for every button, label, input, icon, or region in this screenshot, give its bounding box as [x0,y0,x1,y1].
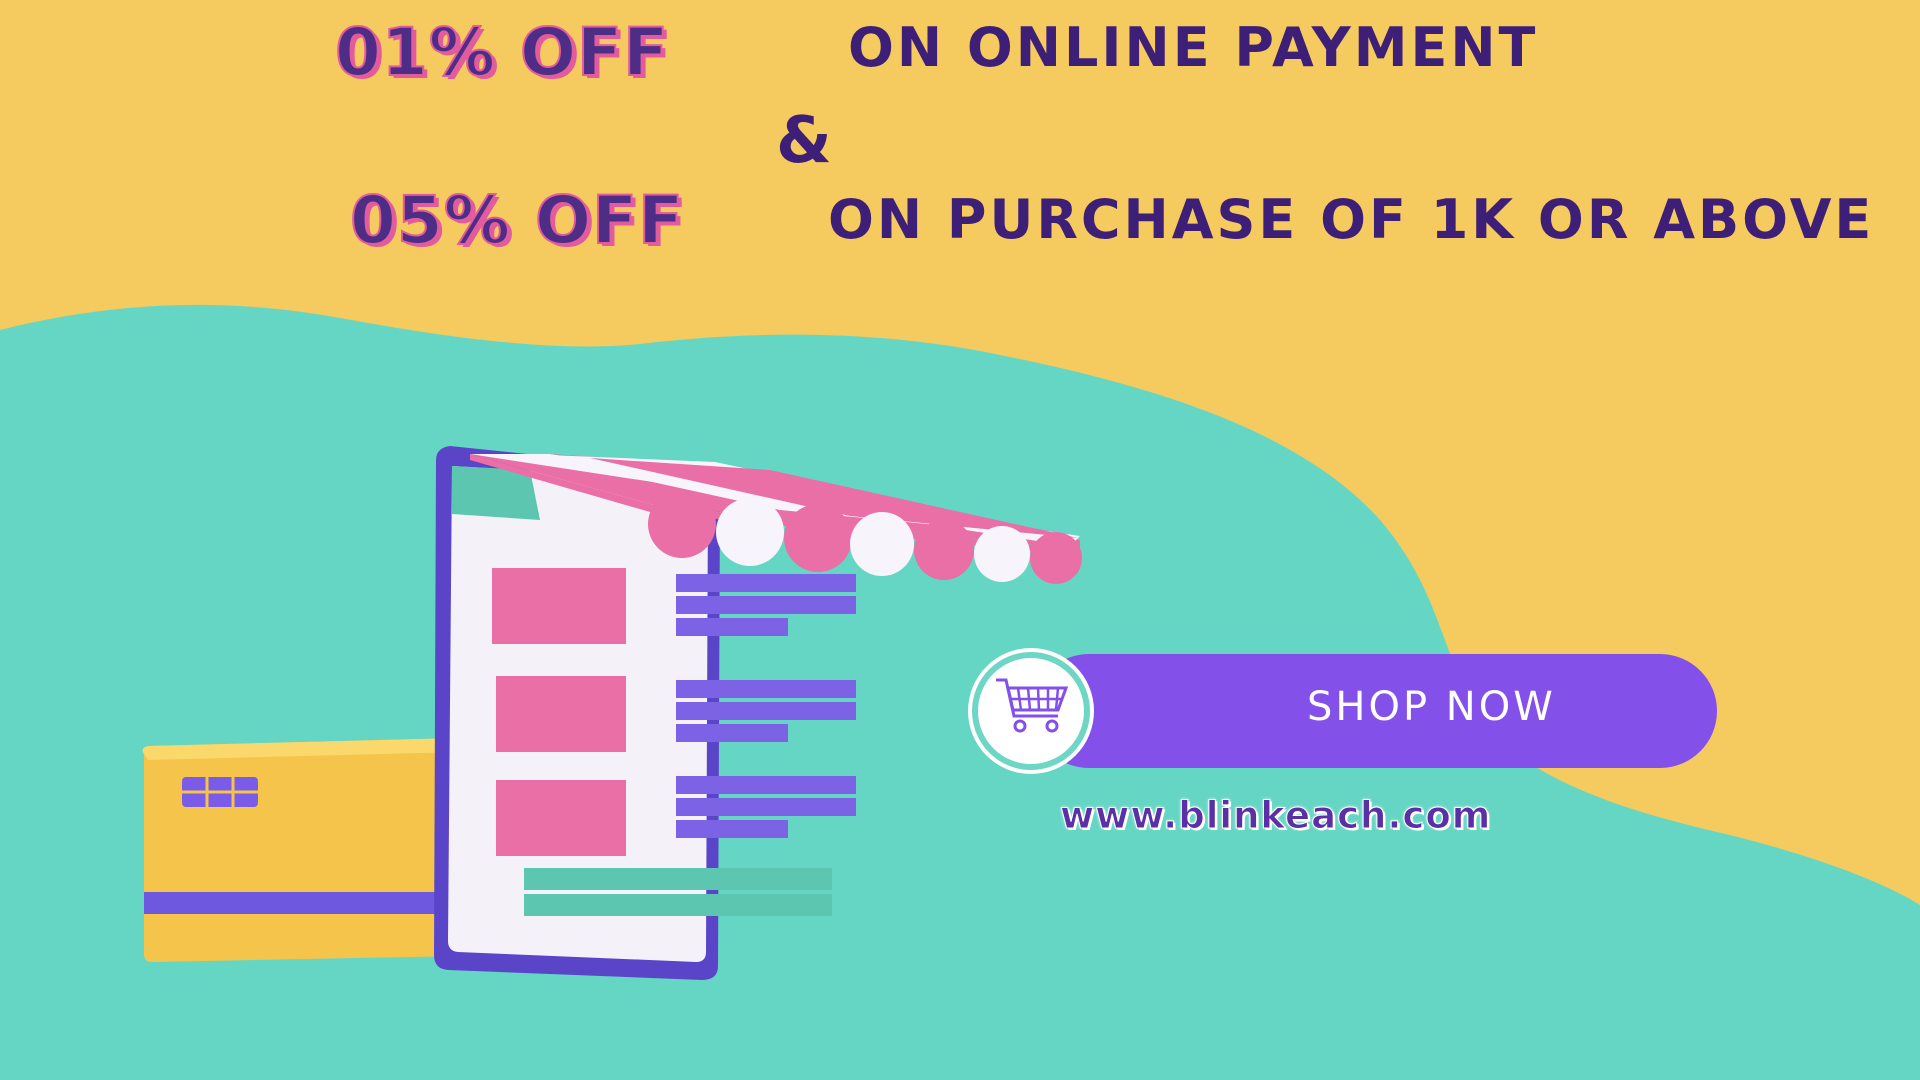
shop-illustration [142,446,1082,980]
credit-card-illustration [142,738,462,962]
website-link[interactable]: www.blinkeach.com [1059,794,1491,838]
cart-icon-badge[interactable] [972,652,1090,770]
shop-now-pill[interactable]: SHOP NOW [1032,654,1717,768]
shop-now-button[interactable]: SHOP NOW [972,652,1717,770]
ampersand: & [776,104,832,178]
shop-now-label: SHOP NOW [1307,684,1556,730]
offer-1-percent: 01% OFF [334,13,670,92]
offer-2-description: ON PURCHASE OF 1K OR ABOVE [828,188,1875,251]
shopping-cart-icon [996,678,1069,733]
offer-2-percent: 05% OFF [349,181,685,260]
offer-1-description: ON ONLINE PAYMENT [848,16,1539,79]
